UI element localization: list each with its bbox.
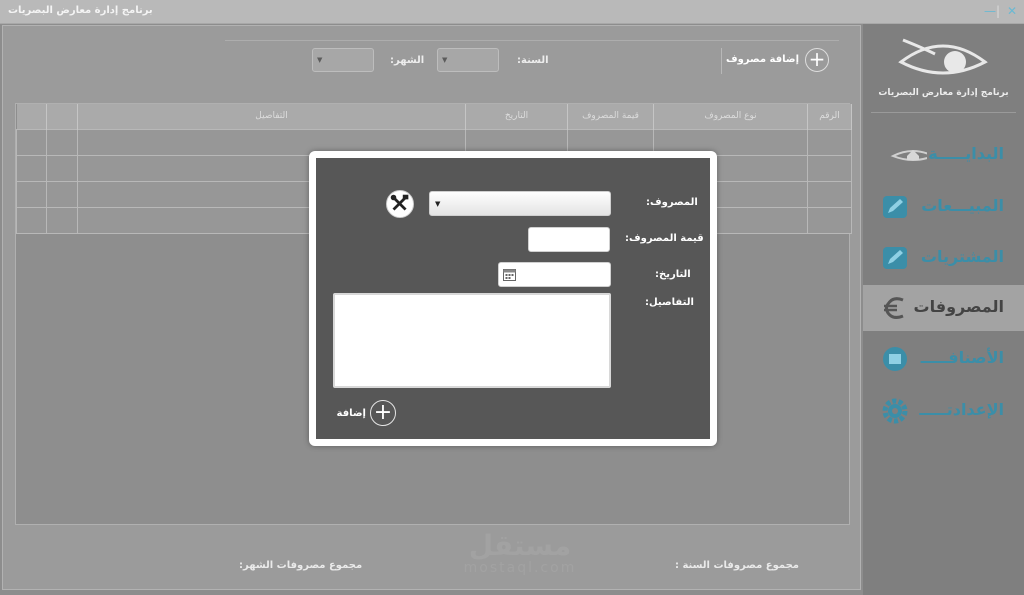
column-header-amount[interactable]: قيمة المصروف bbox=[567, 104, 654, 129]
eye-logo-icon bbox=[898, 38, 988, 75]
date-picker[interactable] bbox=[498, 262, 611, 287]
table-header: التفاصيل التاريخ قيمة المصروف نوع المصرو… bbox=[16, 104, 852, 129]
sidebar-logo-text: برنامج إدارة معارض البصريات bbox=[878, 88, 1009, 98]
add-expense-label: إضافة مصروف bbox=[725, 54, 799, 65]
close-icon[interactable]: ✕ bbox=[1005, 3, 1019, 19]
chevron-down-icon: ▼ bbox=[435, 200, 441, 208]
date-label: التاريخ: bbox=[655, 269, 691, 280]
details-textarea[interactable] bbox=[333, 293, 611, 388]
sidebar: برنامج إدارة معارض البصريات البدايـــــة… bbox=[863, 24, 1024, 595]
expense-label: المصروف: bbox=[646, 197, 698, 208]
box-icon bbox=[883, 347, 907, 371]
sidebar-item-label: المشتريات bbox=[920, 247, 1004, 266]
year-select[interactable]: ▼ bbox=[437, 48, 499, 72]
year-total-label: مجموع مصروفات السنة : bbox=[675, 560, 799, 571]
watermark: مستقل mostaql.com bbox=[455, 529, 585, 576]
column-header[interactable] bbox=[16, 104, 47, 129]
column-header-date[interactable]: التاريخ bbox=[465, 104, 568, 129]
sidebar-item-label: المصروفات bbox=[913, 297, 1004, 316]
watermark-url: mostaql.com bbox=[463, 560, 577, 576]
euro-icon bbox=[884, 297, 904, 319]
title-separator: | bbox=[995, 4, 1001, 18]
column-header[interactable] bbox=[46, 104, 78, 129]
details-label: التفاصيل: bbox=[645, 297, 694, 308]
add-button-label: إضافة bbox=[336, 408, 366, 419]
sidebar-item-expenses[interactable]: المصروفات bbox=[863, 285, 1024, 331]
month-select[interactable]: ▼ bbox=[312, 48, 374, 72]
calendar-icon[interactable] bbox=[503, 268, 516, 281]
sidebar-item-sales[interactable]: المبيـــعات bbox=[863, 184, 1024, 230]
chevron-down-icon: ▼ bbox=[442, 56, 448, 64]
expense-select[interactable]: ▼ bbox=[429, 191, 611, 216]
sidebar-item-settings[interactable]: الإعدادتـــــ bbox=[863, 388, 1024, 434]
column-header-details[interactable]: التفاصيل bbox=[77, 104, 466, 129]
sidebar-item-label: المبيـــعات bbox=[921, 196, 1004, 215]
plus-icon: + bbox=[805, 48, 829, 72]
toolbar-divider bbox=[225, 40, 839, 41]
amount-label: قيمة المصروف: bbox=[625, 233, 704, 244]
column-header-number[interactable]: الرقم bbox=[807, 104, 852, 129]
window-title: برنامج إدارة معارض البصريات bbox=[8, 5, 153, 16]
pencil-icon bbox=[883, 247, 907, 269]
column-header-type[interactable]: نوع المصروف bbox=[653, 104, 808, 129]
add-expense-button[interactable]: + إضافة مصروف bbox=[725, 48, 833, 74]
amount-input[interactable] bbox=[528, 227, 610, 252]
title-bar: برنامج إدارة معارض البصريات — | ✕ bbox=[0, 0, 1024, 24]
month-label: الشهر: bbox=[390, 55, 425, 66]
sidebar-item-items[interactable]: الأصنافـــــ bbox=[863, 336, 1024, 382]
gear-icon bbox=[882, 398, 908, 424]
pencil-icon bbox=[883, 196, 907, 218]
manage-expense-types-button[interactable] bbox=[386, 190, 414, 218]
sidebar-item-label: البدايـــــة bbox=[928, 144, 1004, 163]
toolbar-separator bbox=[721, 48, 722, 74]
add-button[interactable]: + إضافة bbox=[334, 400, 396, 428]
month-total-label: مجموع مصروفات الشهر: bbox=[239, 560, 363, 571]
sidebar-item-purchases[interactable]: المشتريات bbox=[863, 235, 1024, 281]
sidebar-divider bbox=[871, 112, 1016, 113]
home-eye-icon bbox=[890, 150, 927, 161]
add-expense-dialog: المصروف: ▼ قيمة المصروف: التاريخ: التفاص… bbox=[309, 151, 717, 446]
year-label: السنة: bbox=[517, 55, 549, 66]
tools-icon bbox=[390, 194, 409, 211]
sidebar-item-home[interactable]: البدايـــــة bbox=[863, 132, 1024, 178]
plus-icon: + bbox=[370, 400, 396, 426]
watermark-text: مستقل bbox=[468, 529, 572, 562]
dialog-body: المصروف: ▼ قيمة المصروف: التاريخ: التفاص… bbox=[316, 158, 710, 439]
sidebar-item-label: الأصنافـــــ bbox=[920, 348, 1004, 367]
chevron-down-icon: ▼ bbox=[317, 56, 323, 64]
sidebar-item-label: الإعدادتـــــ bbox=[919, 400, 1004, 419]
